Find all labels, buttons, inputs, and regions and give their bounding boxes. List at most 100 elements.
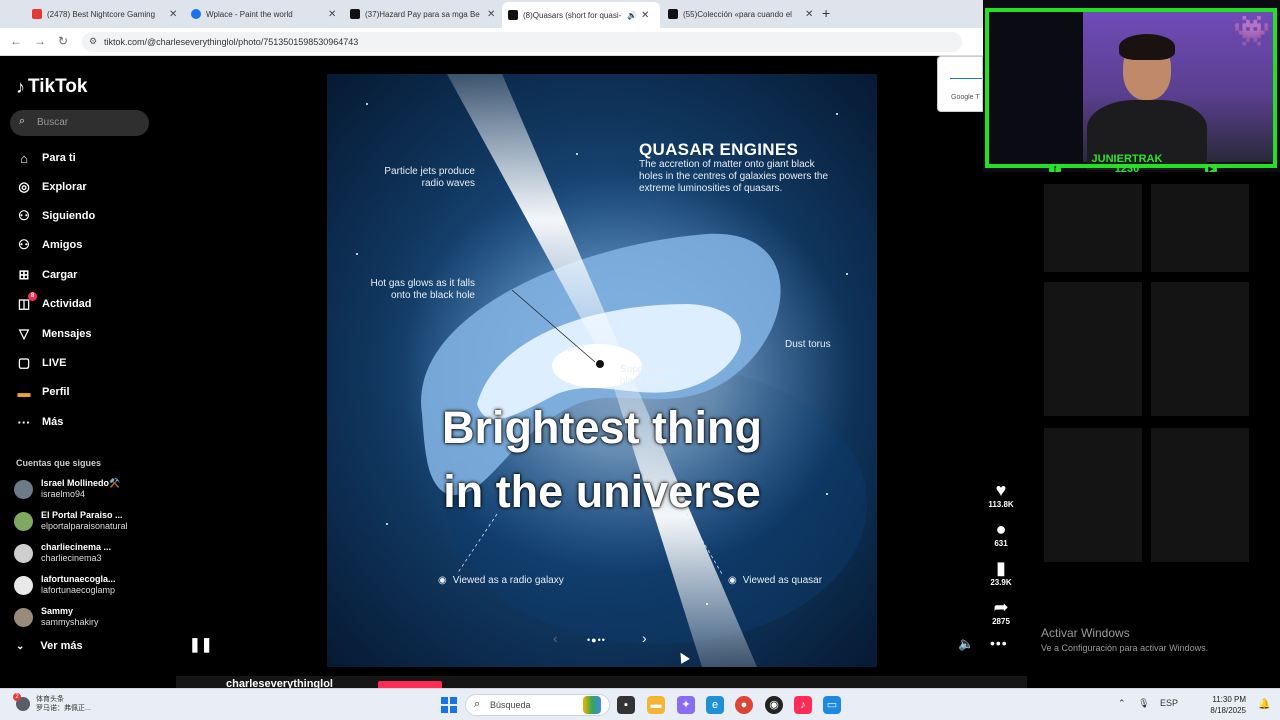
tiktok-app-icon[interactable]: ♪: [794, 696, 812, 714]
live-icon: ▢: [17, 355, 31, 370]
nav-item-cargar[interactable]: ⊞ Cargar: [16, 267, 78, 283]
nav-item-para-ti[interactable]: ⌂ Para ti: [16, 150, 76, 166]
messages-icon: ▽: [19, 326, 29, 341]
close-tab-icon[interactable]: ✕: [487, 9, 495, 20]
browser-tab[interactable]: (37)Hazard Pay para sa mga Be ✕: [350, 4, 495, 24]
windows-start-icon[interactable]: [441, 697, 457, 713]
edge-icon[interactable]: e: [706, 696, 724, 714]
nav-item-live[interactable]: ▢ LIVE: [16, 355, 67, 371]
nav-item-explorar[interactable]: ◎ Explorar: [16, 179, 86, 195]
thumbnail-placeholder[interactable]: [1044, 184, 1142, 272]
label-radio-galaxy: ◉ Viewed as a radio galaxy: [438, 575, 564, 586]
notification-badge: 2: [13, 693, 21, 701]
search-highlight-icon[interactable]: [583, 696, 601, 714]
forward-icon[interactable]: →: [34, 34, 46, 48]
see-more-button[interactable]: ⌄ Ver más: [16, 640, 83, 652]
task-view-icon[interactable]: ▪: [617, 696, 635, 714]
system-tray[interactable]: ⌃ 🎙 ESP: [1118, 698, 1178, 709]
app-window-icon[interactable]: ▭: [823, 696, 841, 714]
followed-account[interactable]: Israel Mollinedo⚒️ israelmo94: [14, 478, 120, 500]
nav-item-actividad[interactable]: ◫ 8 Actividad: [16, 292, 92, 312]
google-translate-widget[interactable]: Google T: [937, 56, 983, 112]
right-panel: [1040, 172, 1280, 688]
new-tab-button[interactable]: +: [822, 5, 830, 21]
next-photo-button[interactable]: ›: [642, 630, 647, 646]
facebook-icon: f: [1049, 164, 1061, 172]
more-options-icon[interactable]: •••: [990, 635, 1008, 651]
address-bar[interactable]: ⚙ tiktok.com/@charleseverythinglol/photo…: [82, 32, 962, 52]
search-icon: ⌕: [19, 115, 26, 127]
share-icon: ➦: [993, 597, 1009, 617]
nav-item-amigos[interactable]: ⚇ Amigos: [16, 237, 82, 253]
thumbnail-placeholder[interactable]: [1151, 428, 1249, 562]
close-tab-icon[interactable]: ✕: [169, 9, 177, 20]
audio-playing-icon[interactable]: 🔊: [627, 11, 637, 20]
post-description: The accretion of matter onto giant black…: [639, 159, 828, 194]
followed-account[interactable]: lafortunaecogla... lafortunaecoglamp: [14, 574, 116, 596]
tiktok-favicon-icon: [508, 10, 518, 20]
label-particle-jets: Particle jets produce radio waves: [384, 166, 475, 189]
microphone-icon[interactable]: 🎙: [1138, 698, 1149, 708]
upload-icon: ⊞: [18, 267, 30, 282]
back-icon[interactable]: ←: [10, 34, 22, 48]
label-quasar: ◉ Viewed as quasar: [728, 575, 823, 586]
close-tab-icon[interactable]: ✕: [641, 10, 649, 21]
notification-bell-icon[interactable]: 🔔: [1258, 699, 1270, 710]
copilot-icon[interactable]: ✦: [677, 696, 695, 714]
followed-account[interactable]: charliecinema ... charliecinema3: [14, 542, 111, 564]
file-explorer-icon[interactable]: ▬: [647, 696, 665, 714]
webcam-overlay: 👾 f JUNIERTRAK 1230 ▶: [983, 0, 1280, 172]
nav-item-mensajes[interactable]: ▽ Mensajes: [16, 326, 92, 342]
browser-tab[interactable]: (2478) Best Nightcore Gaming ✕: [32, 4, 177, 24]
followed-account[interactable]: El Portal Paraiso ... elportalparaisonatu…: [14, 510, 128, 532]
browser-tab[interactable]: Wplace - Paint the world ✕: [191, 4, 336, 24]
bookmark-icon: ▮: [996, 558, 1006, 578]
photo-post[interactable]: Particle jets produce radio waves Hot ga…: [327, 74, 877, 667]
activity-badge: 8: [28, 292, 37, 301]
nav-item-siguiendo[interactable]: ⚇ Siguiendo: [16, 208, 95, 224]
pause-button[interactable]: ❚❚: [189, 636, 212, 653]
widgets-button[interactable]: 2 体育头条 罗马诺：弗佩正...: [13, 693, 91, 713]
thumbnail-placeholder[interactable]: [1151, 282, 1249, 416]
language-indicator[interactable]: ESP: [1160, 698, 1178, 708]
following-section-title: Cuentas que sigues: [16, 458, 102, 468]
share-button[interactable]: ➦ 2875: [985, 597, 1017, 626]
chevron-up-icon[interactable]: ⌃: [1118, 698, 1126, 708]
thumbnail-placeholder[interactable]: [1044, 282, 1142, 416]
followed-account[interactable]: Sammy sammyshakiry: [14, 606, 99, 628]
chrome-icon[interactable]: ●: [735, 696, 753, 714]
bookmark-button[interactable]: ▮ 23.9K: [985, 558, 1017, 587]
site-info-icon[interactable]: ⚙: [89, 36, 97, 47]
like-button[interactable]: ♥ 113.8K: [985, 480, 1017, 509]
eye-icon: ◉: [438, 575, 447, 586]
tiktok-favicon-icon: [668, 9, 678, 19]
previous-photo-button[interactable]: ‹: [553, 630, 558, 646]
obs-icon[interactable]: ◉: [765, 696, 783, 714]
post-author[interactable]: charleseverythinglol: [226, 678, 333, 688]
home-icon: ⌂: [20, 150, 28, 166]
thumbnail-placeholder[interactable]: [1044, 428, 1142, 562]
like-count: 113.8K: [988, 500, 1014, 509]
browser-tab-active[interactable]: (8)Quasars (short for quasi- 🔊 ✕: [502, 2, 660, 28]
nav-item-perfil[interactable]: ▬ Perfil: [16, 384, 70, 400]
share-count: 2875: [992, 617, 1010, 626]
tiktok-logo[interactable]: ♪ TikTok: [16, 76, 87, 98]
follow-button[interactable]: [378, 681, 442, 688]
avatar: [14, 575, 33, 595]
following-icon: ⚇: [18, 208, 30, 223]
photo-pagination-dots: •●••: [587, 635, 606, 645]
thumbnail-placeholder[interactable]: [1151, 184, 1249, 272]
search-input[interactable]: ⌕ Buscar: [10, 110, 149, 136]
comment-button[interactable]: ● 631: [985, 519, 1017, 548]
comment-count: 631: [994, 539, 1008, 548]
taskbar-clock[interactable]: 11:30 PM 8/18/2025: [1196, 694, 1246, 716]
close-tab-icon[interactable]: ✕: [805, 9, 813, 20]
reload-icon[interactable]: ↻: [58, 34, 68, 48]
nav-item-mas[interactable]: ··· Más: [16, 414, 64, 430]
volume-icon[interactable]: 🔈: [958, 636, 974, 652]
webcam-frame: [985, 8, 1277, 168]
close-tab-icon[interactable]: ✕: [328, 9, 336, 20]
wplace-favicon-icon: [191, 9, 201, 19]
browser-tab[interactable]: (55)Colección «para cuando el ✕: [668, 4, 813, 24]
post-title: QUASAR ENGINES: [639, 140, 799, 159]
